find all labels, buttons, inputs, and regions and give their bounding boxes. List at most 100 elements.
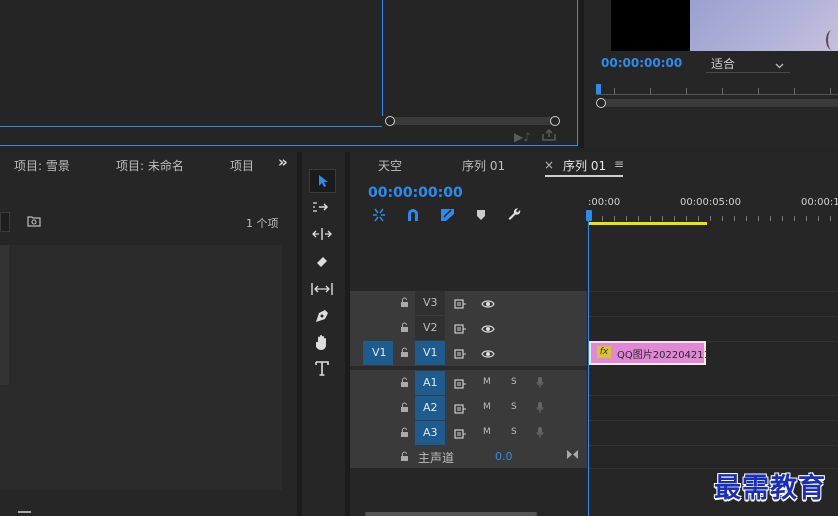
tab-project-more[interactable]: 项目: [230, 157, 254, 174]
lock-icon[interactable]: [400, 297, 409, 311]
tab-timeline-seq-active[interactable]: 序列 01: [563, 157, 606, 174]
fx-badge: fx: [597, 346, 611, 358]
lock-icon[interactable]: [400, 451, 409, 465]
chevron-down-icon: [775, 58, 784, 72]
track-label-text: A2: [423, 401, 438, 414]
row-divider: [589, 291, 838, 292]
sync-lock-icon[interactable]: [454, 323, 467, 337]
mute-button[interactable]: M: [483, 402, 491, 412]
playhead-handle[interactable]: [586, 210, 592, 221]
row-divider: [589, 445, 838, 446]
razor-tool[interactable]: [314, 254, 330, 270]
sync-lock-icon[interactable]: [454, 378, 467, 392]
ruler-label-5s: 00:00:05:00: [680, 197, 742, 208]
source-out-handle[interactable]: [550, 116, 560, 126]
program-scrub-bar[interactable]: [602, 99, 838, 107]
lock-icon[interactable]: [400, 347, 409, 361]
sync-lock-icon[interactable]: [454, 298, 467, 312]
solo-button[interactable]: S: [511, 377, 517, 387]
eye-icon[interactable]: [481, 348, 495, 362]
track-label-a1[interactable]: A1: [415, 371, 445, 395]
fit-tracks-icon[interactable]: [566, 449, 579, 463]
master-track-label: 主声道: [418, 451, 455, 465]
search-field[interactable]: [0, 212, 10, 232]
snap-icon[interactable]: [406, 208, 420, 222]
lock-icon[interactable]: [400, 427, 409, 441]
ripple-edit-tool[interactable]: [312, 228, 332, 240]
tools-panel: [302, 152, 345, 516]
eye-icon[interactable]: [481, 323, 495, 337]
source-in-handle[interactable]: [385, 116, 395, 126]
track-label-v1[interactable]: V1: [415, 341, 445, 365]
type-tool[interactable]: [315, 361, 329, 376]
tab-project-untitled[interactable]: 项目: 未命名: [116, 157, 184, 174]
track-select-tool[interactable]: [312, 201, 332, 213]
program-timecode[interactable]: 00:00:00:00: [601, 56, 682, 70]
track-label-a3[interactable]: A3: [415, 421, 445, 445]
eye-icon[interactable]: [481, 298, 495, 312]
microphone-icon[interactable]: [536, 426, 544, 442]
track-label-text: V1: [423, 346, 438, 359]
tab-timeline-seq-a[interactable]: 序列 01: [462, 157, 505, 174]
nest-toggle-icon[interactable]: [372, 208, 386, 222]
linked-selection-icon[interactable]: [440, 208, 455, 222]
track-row-v1: V1 V1: [350, 341, 587, 366]
solo-button[interactable]: S: [511, 427, 517, 437]
tab-timeline-sky[interactable]: 天空: [378, 157, 402, 174]
master-volume-value[interactable]: 0.0: [495, 450, 513, 463]
sync-lock-icon[interactable]: [454, 348, 467, 362]
video-clip[interactable]: fx QQ图片202204211: [589, 341, 710, 365]
ruler-label-10s: 00:00:10: [801, 197, 838, 208]
add-marker-icon[interactable]: [476, 209, 486, 221]
timeline-scrollbar[interactable]: [365, 512, 537, 516]
list-view-icon[interactable]: [18, 511, 31, 513]
slip-tool[interactable]: [311, 282, 333, 296]
microphone-icon[interactable]: [536, 401, 544, 417]
panel-divider-vertical: [579, 0, 584, 148]
panel-divider-vertical: [297, 152, 302, 516]
insert-audio-icon[interactable]: ▶♪: [514, 130, 531, 144]
microphone-icon[interactable]: [536, 376, 544, 392]
fit-dropdown[interactable]: 适合: [706, 55, 790, 73]
project-bottom-toolbar: [0, 508, 297, 516]
pen-tool[interactable]: [314, 308, 330, 324]
track-label-text: A1: [423, 376, 438, 389]
solo-button[interactable]: S: [511, 402, 517, 412]
timeline-panel: 天空 序列 01 × 序列 01 ≡ 00:00:00:00 V3 V2 V1 …: [350, 152, 838, 516]
hand-tool[interactable]: [314, 334, 330, 351]
clip-name: QQ图片202204211: [617, 350, 711, 361]
bin-search-icon[interactable]: [27, 215, 41, 230]
lock-icon[interactable]: [400, 402, 409, 416]
mute-button[interactable]: M: [483, 427, 491, 437]
panel-overflow-button[interactable]: »: [278, 153, 288, 171]
selection-tool[interactable]: [309, 169, 336, 193]
lock-icon[interactable]: [400, 377, 409, 391]
project-list-column: [0, 245, 9, 385]
tab-menu-icon[interactable]: ≡: [614, 157, 624, 171]
sync-lock-icon[interactable]: [454, 403, 467, 417]
track-row-a2: A2 M S: [350, 395, 587, 420]
export-frame-icon[interactable]: [542, 128, 556, 144]
track-label-v3[interactable]: V3: [415, 291, 445, 315]
mute-button[interactable]: M: [483, 377, 491, 387]
work-area-bar[interactable]: [588, 222, 707, 225]
track-label-v2[interactable]: V2: [415, 316, 445, 340]
track-row-v2: V2: [350, 316, 587, 341]
track-row-a1: A1 M S: [350, 370, 587, 395]
track-label-a2[interactable]: A2: [415, 396, 445, 420]
track-label-text: V3: [423, 296, 438, 309]
track-label-text: V2: [423, 321, 438, 334]
playhead-line[interactable]: [588, 220, 589, 516]
sync-lock-icon[interactable]: [454, 428, 467, 442]
close-icon[interactable]: ×: [544, 158, 554, 172]
program-preview-image: [690, 0, 838, 51]
program-playhead-marker[interactable]: [596, 84, 601, 94]
tab-project-snow[interactable]: 项目: 雪景: [14, 157, 70, 174]
program-preview-black: [611, 0, 690, 51]
source-patch-v1[interactable]: V1: [363, 341, 393, 365]
timeline-timecode[interactable]: 00:00:00:00: [368, 185, 463, 201]
program-in-handle[interactable]: [596, 98, 606, 108]
lock-icon[interactable]: [400, 322, 409, 336]
wrench-icon[interactable]: [507, 207, 522, 222]
source-scrub-bar[interactable]: [390, 117, 555, 125]
